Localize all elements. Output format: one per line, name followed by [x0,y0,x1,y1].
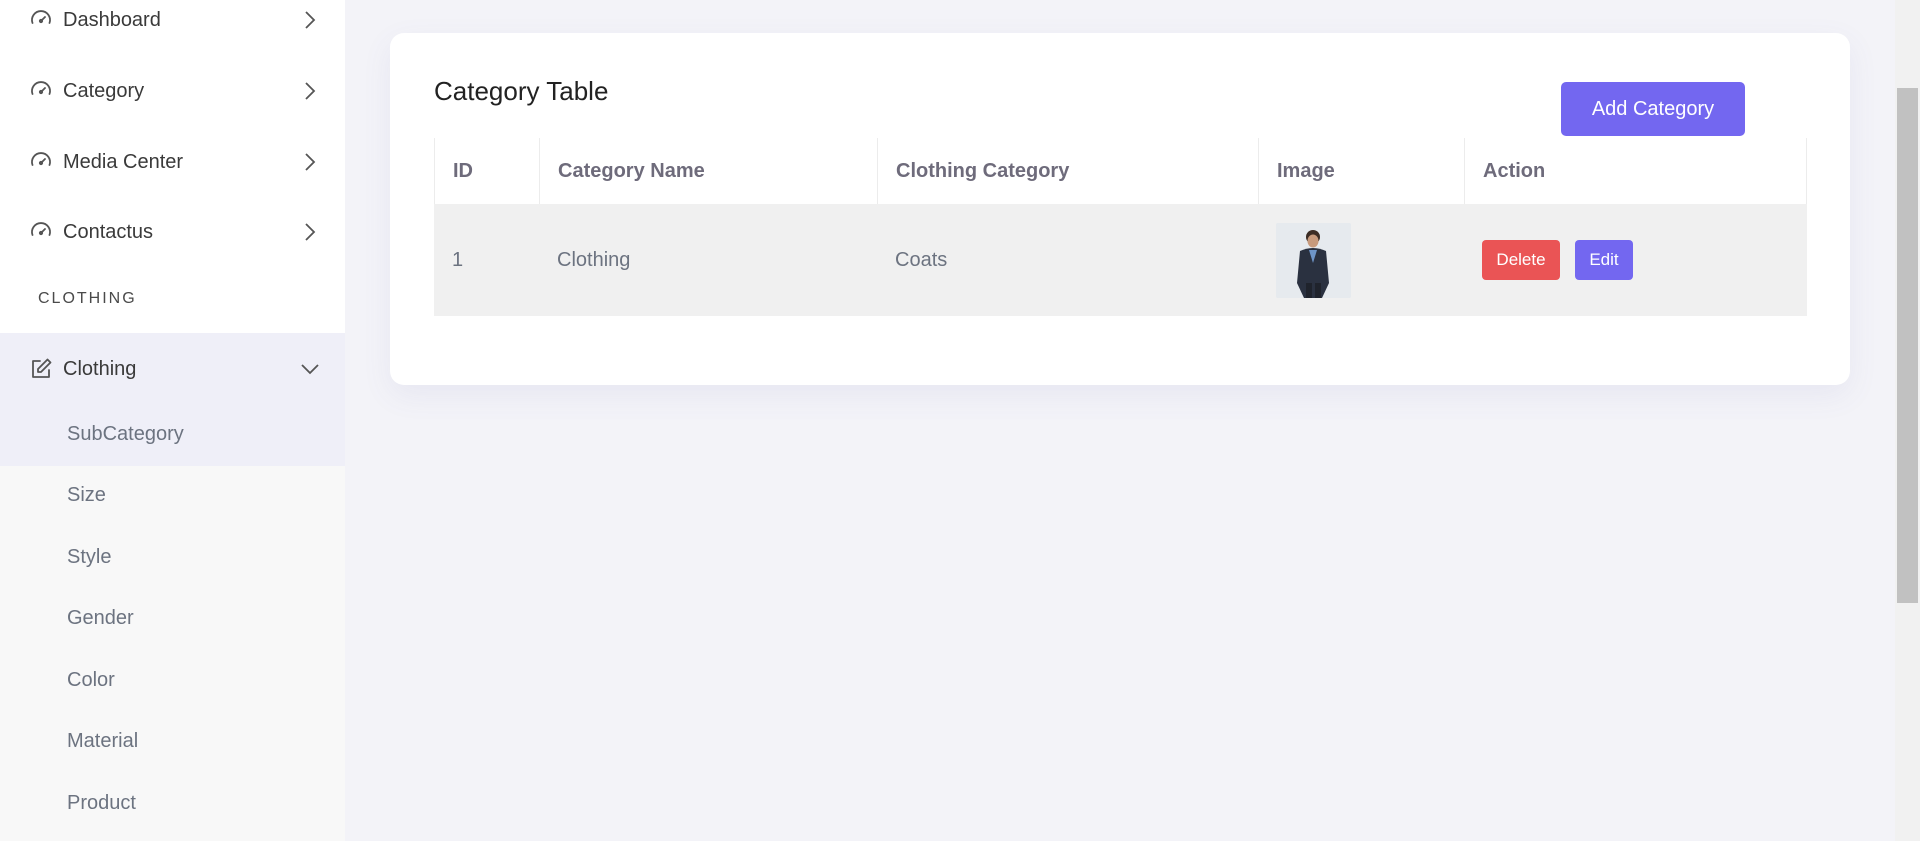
sidebar-subitem-subcategory[interactable]: SubCategory [67,423,184,446]
cell-clothing-category: Coats [895,248,948,271]
sidebar-subitem-color[interactable]: Color [67,669,115,692]
sidebar-item-label: Dashboard [63,8,161,31]
sidebar-section-title: CLOTHING [38,290,137,307]
chevron-right-icon [300,81,320,101]
add-category-button[interactable]: Add Category [1561,82,1745,136]
chevron-right-icon [300,10,320,30]
sidebar-item-media-center[interactable]: Media Center [0,142,345,182]
sidebar-subitem-product[interactable]: Product [67,792,136,815]
cell-id: 1 [452,248,464,271]
category-table: ID Category Name Clothing Category Image… [434,138,1807,316]
chevron-down-icon [300,359,320,379]
gauge-icon [28,149,54,175]
sidebar-item-label: Clothing [63,357,137,380]
gauge-icon [28,78,54,104]
man-in-coat-icon [1276,222,1351,298]
sidebar-subitem-gender[interactable]: Gender [67,607,134,630]
chevron-right-icon [300,152,320,172]
chevron-right-icon [300,222,320,242]
edit-icon [28,356,54,382]
column-header-image: Image [1258,138,1464,204]
category-thumbnail [1276,222,1351,298]
sidebar-subitem-material[interactable]: Material [67,730,138,753]
sidebar-item-label: Media Center [63,150,184,173]
sidebar-item-dashboard[interactable]: Dashboard [0,0,345,40]
scrollbar-thumb[interactable] [1897,88,1918,603]
sidebar-item-clothing[interactable]: Clothing [0,349,345,389]
sidebar-item-label: Contactus [63,220,154,243]
delete-button[interactable]: Delete [1482,240,1560,280]
sidebar-group-clothing: Clothing SubCategory [0,333,345,466]
column-header-clothing-category: Clothing Category [877,138,1258,204]
sidebar-subitem-style[interactable]: Style [67,546,111,569]
sidebar-submenu: Size Style Gender Color Material Product [0,466,345,841]
gauge-icon [28,7,54,33]
column-header-id: ID [434,138,539,204]
sidebar-item-contactus[interactable]: Contactus [0,212,345,252]
table-row: 1 Clothing Coats Delete Edit [434,204,1807,316]
sidebar-item-category[interactable]: Category [0,71,345,111]
cell-category-name: Clothing [557,248,631,271]
sidebar: Dashboard Category Media Center Contactu… [0,0,345,841]
sidebar-item-label: Category [63,79,145,102]
column-header-action: Action [1464,138,1807,204]
gauge-icon [28,219,54,245]
cell-image [1258,204,1464,316]
page-title: Category Table [434,76,609,106]
sidebar-subitem-size[interactable]: Size [67,484,106,507]
cell-actions: Delete Edit [1464,204,1807,316]
table-header: ID Category Name Clothing Category Image… [434,138,1807,205]
edit-button[interactable]: Edit [1575,240,1633,280]
column-header-category-name: Category Name [539,138,877,204]
